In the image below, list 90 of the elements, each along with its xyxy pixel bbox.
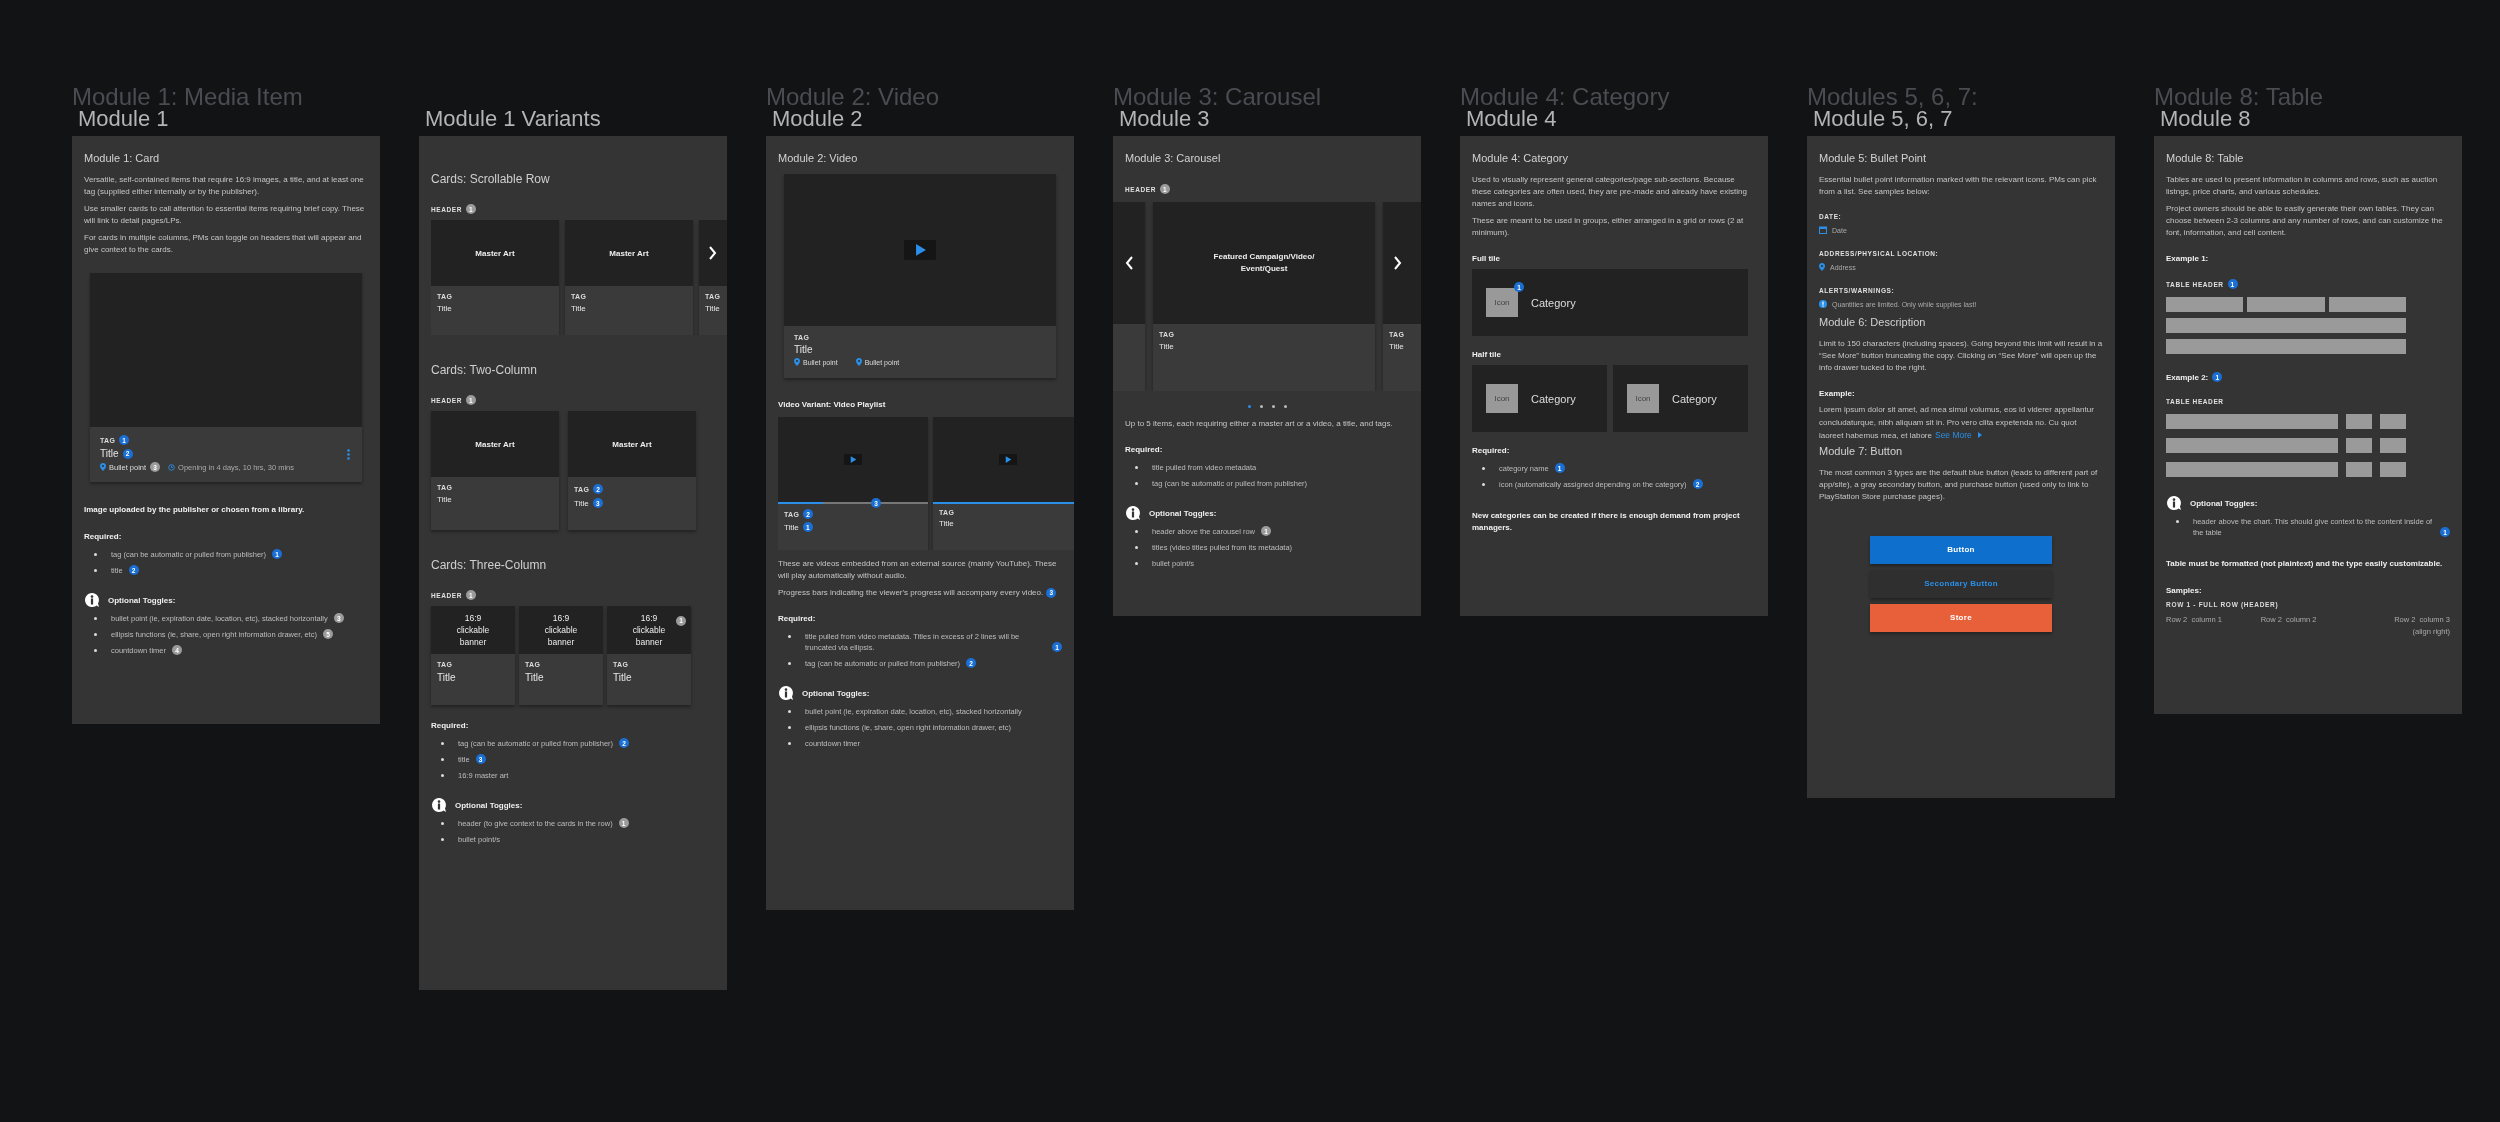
label-text: Samples: <box>2166 586 2202 595</box>
art-placeholder: Master Art <box>568 411 696 477</box>
card-title: Title <box>571 304 586 313</box>
section-heading: Module 6: Description <box>1819 316 1927 328</box>
ghost-title: Module 1: Media Item <box>72 85 304 109</box>
note-text: New categories can be created if there is enough demand from project managers. <box>1472 510 1741 534</box>
ghost-title: Module 2: Video <box>766 85 940 109</box>
paragraph: The most common 3 types are the default blue button (leads to different part of app/site), a gray secondary button, and purchase button (used only to link to PlayStation Store purchase pages). <box>1819 466 2099 503</box>
section-heading: Module 4: Category <box>1472 152 1569 164</box>
label-text: Required: <box>778 614 816 623</box>
art-placeholder: Master Art <box>431 220 559 286</box>
card-title: Title <box>1159 342 1174 351</box>
label-text: Example 1: <box>2166 254 2209 263</box>
ghost-title: Module 3: Carousel <box>1113 85 1323 109</box>
paragraph: Project owners should be able to easily generate their own tables. They can choose between 2-3 columns and any number of rows, and can customize the font, information, and cell content. <box>2166 203 2444 239</box>
category-tile[interactable]: Icon Category <box>1472 365 1607 432</box>
primary-button[interactable]: Button <box>1870 535 2052 564</box>
label-text: Required: <box>84 532 122 541</box>
column-title: Module 4 <box>1465 106 1558 132</box>
label-text: Required: <box>431 721 469 730</box>
label-text: Optional Toggles: <box>802 688 870 698</box>
paragraph: These are videos embedded from an external source (mainly YouTube). These will play automatically without audio. <box>778 558 1058 582</box>
column-title: Module 1 <box>77 106 170 132</box>
paragraph: Versatile, self-contained items that require 16:9 images, a title, and at least one tag (supplied either internally or by the publisher). <box>84 174 365 198</box>
card-title: Title <box>705 304 720 313</box>
card-title: Title <box>437 495 452 504</box>
paragraph: For cards in multiple columns, PMs can toggle on headers that will appear and give context to the cards. <box>84 232 363 256</box>
ghost-title: Module 8: Table <box>2154 85 2324 109</box>
ghost-title: Module 4: Category <box>1460 85 1671 109</box>
paragraph: Tables are used to present information in columns and rows, such as auction listngs, price charts, and various schedules. <box>2166 174 2439 198</box>
card-title: Title <box>1389 342 1404 351</box>
label-text: Full tile <box>1472 254 1500 263</box>
column-title: Module 1 Variants <box>424 106 602 132</box>
icon-placeholder: Icon <box>1494 394 1510 403</box>
label-text: Example 2: <box>2166 372 2209 382</box>
paragraph: These are meant to be used in groups, either arranged in a grid or rows (2 at minimum). <box>1472 215 1745 239</box>
label-text: Optional Toggles: <box>2190 498 2258 508</box>
ghost-title: Modules 5, 6, 7: <box>1807 85 1979 109</box>
art-placeholder: Featured Campaign/Video/ Event/Quest <box>1153 202 1375 324</box>
section-heading: Module 7: Button <box>1819 444 1904 457</box>
section-heading: Module 1: Card <box>84 152 161 164</box>
paragraph: Lorem ipsum dolor sit amet, ad mea simul volumus, eos id viderer appellantur concludaturque, nibh aliquam sit in. Pro vero clita expetenda no. Cu quot laoreet habemus mea, et labore See More <box>1819 404 2095 443</box>
category-name: Category <box>1531 296 1576 309</box>
paragraph: Progress bars indicating the viewer's progress will accompany every video. <box>778 587 1044 599</box>
card-title: Title <box>613 672 632 683</box>
secondary-button[interactable]: Secondary Button <box>1870 569 2052 598</box>
card-title: Title <box>939 519 954 528</box>
see-more-link[interactable]: See More <box>1934 429 1982 442</box>
paragraph: Used to visually represent general categories/page sub-sections. Because these categories are often used, they are pre-made and already have existing names and icons. <box>1472 174 1748 210</box>
label-text: Half tile <box>1472 350 1501 359</box>
label-text: Optional Toggles: <box>108 595 176 605</box>
card-title: Title <box>574 498 589 508</box>
category-name: Category <box>1531 392 1576 405</box>
label-text: Required: <box>1472 446 1510 455</box>
art-placeholder: Master Art <box>565 220 693 286</box>
paragraph: Limit to 150 characters (including spaces). Going beyond this limit will result in a “See More” button truncating the copy. Clicking on “See More” will open up the info drawer tucked to the right. <box>1819 338 2103 374</box>
section-heading: Module 2: Video <box>778 152 859 164</box>
label-text: Optional Toggles: <box>1149 508 1217 518</box>
section-heading: Module 3: Carousel <box>1125 152 1222 164</box>
card-title: Title <box>525 672 544 683</box>
column-title: Module 2 <box>771 106 864 132</box>
card-title: Title <box>437 304 452 313</box>
icon-placeholder: Icon <box>1494 298 1510 307</box>
section-heading: Module 8: Table <box>2166 152 2245 164</box>
category-name: Category <box>1672 392 1717 405</box>
column-title: Module 5, 6, 7 <box>1812 106 1954 132</box>
label-text: Optional Toggles: <box>455 800 523 810</box>
paragraph: Use smaller cards to call attention to essential items requiring brief copy. These will link to detail pages/LPs. <box>84 203 366 227</box>
icon-placeholder: Icon <box>1635 394 1651 403</box>
column-title: Module 8 <box>2159 106 2252 132</box>
card-title: Title <box>100 448 119 459</box>
label-text: Required: <box>1125 445 1163 454</box>
card-title: Title <box>784 522 799 532</box>
section-heading: Module 5: Bullet Point <box>1819 152 1927 164</box>
note-text: Image uploaded by the publisher or chosen from a library. <box>84 504 306 516</box>
label-text: Example: <box>1819 389 1855 398</box>
note-text: Table must be formatted (not plaintext) and the type easily customizable. <box>2166 558 2444 570</box>
paragraph: Up to 5 items, each requiring either a master art or a video, a title, and tags. <box>1125 418 1393 430</box>
paragraph: Essential bullet point information marked with the relevant icons. PMs can pick from a list. See samples below: <box>1819 174 2098 198</box>
card-title: Title <box>437 672 456 683</box>
art-placeholder: Master Art <box>431 411 559 477</box>
category-tile[interactable]: Icon Category <box>1613 365 1748 432</box>
card-title: Title <box>794 344 813 355</box>
art-placeholder: 16:9 clickable banner <box>519 606 603 654</box>
section-heading: Cards: Two-Column <box>431 363 538 377</box>
label-text: Video Variant: Video Playlist <box>778 400 886 409</box>
column-title: Module 3 <box>1118 106 1211 132</box>
section-heading: Cards: Three-Column <box>431 558 548 572</box>
art-placeholder: 16:9 clickable banner <box>431 606 515 654</box>
section-heading: Cards: Scrollable Row <box>431 172 551 186</box>
